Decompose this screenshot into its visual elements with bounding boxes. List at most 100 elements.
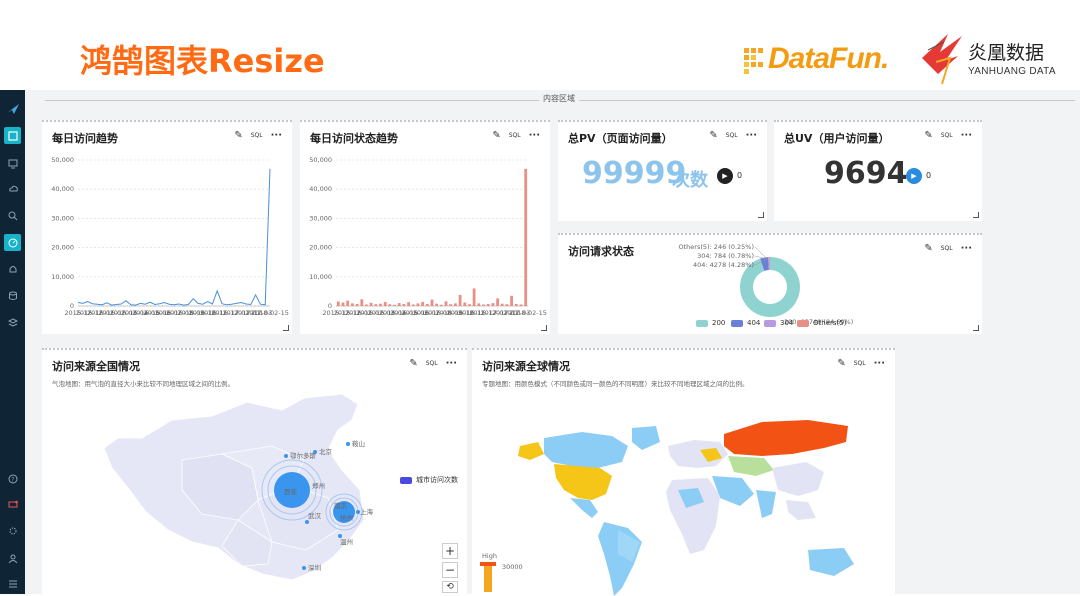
card-tools: ✎ SQL ···: [709, 130, 757, 141]
status-bar: [398, 303, 401, 306]
resize-handle-icon[interactable]: [541, 325, 547, 331]
settings-icon[interactable]: [4, 522, 21, 539]
speed-icon[interactable]: [4, 234, 21, 251]
database-icon[interactable]: [4, 287, 21, 304]
legend-label: 404: [747, 319, 760, 327]
card-tools: ✎ SQL ···: [924, 130, 972, 141]
uv-delta: 0: [926, 171, 931, 180]
status-bar: [520, 305, 523, 307]
y-tick-label: 50,000: [51, 156, 74, 164]
y-tick-label: 20,000: [309, 244, 332, 252]
status-bar: [435, 304, 438, 306]
yanhuang-cn-name: 炎凰数据: [968, 38, 1044, 65]
sql-button[interactable]: SQL: [941, 132, 953, 139]
edit-icon[interactable]: ✎: [924, 130, 932, 141]
cloud-upload-icon[interactable]: [4, 180, 21, 197]
status-bar: [463, 303, 466, 307]
legend-swatch: [764, 320, 776, 327]
status-bar: [365, 305, 368, 307]
legend-label: 200: [712, 319, 725, 327]
city-label: 武汉: [308, 511, 322, 520]
play-icon[interactable]: ▶: [717, 168, 733, 184]
status-bar: [492, 303, 495, 306]
resize-handle-icon[interactable]: [758, 212, 764, 218]
city-label: 北京: [319, 447, 333, 456]
logo-bird-icon[interactable]: [4, 100, 21, 117]
region-label: 内容区域: [539, 93, 579, 104]
status-bar: [524, 169, 527, 306]
china-map: 鞍山 北京 鄂尔多斯 西安 郑州 武汉 南京 上海 杭州 温州 深圳: [42, 350, 467, 596]
datafun-mark-icon: [742, 44, 770, 74]
status-bar: [449, 304, 452, 306]
daily-trend-card: 每日访问趋势 ✎ SQL ··· 50,00040,00030,00020,00…: [42, 120, 292, 334]
city-label: 温州: [340, 537, 353, 546]
sql-button[interactable]: SQL: [726, 132, 738, 139]
pie-label: 404: 4278 (4.28%): [693, 261, 754, 269]
monitor-icon[interactable]: [4, 155, 21, 172]
legend-gradient-bar: [484, 562, 492, 592]
y-tick-label: 40,000: [309, 185, 332, 193]
slide-title: 鸿鹄图表Resize: [80, 36, 325, 82]
user-icon[interactable]: [4, 550, 21, 567]
anshan-dot: [346, 442, 350, 446]
status-bar: [412, 305, 415, 307]
legend-404[interactable]: 404: [731, 319, 760, 327]
legend-gradient-marker: [480, 562, 496, 566]
russia: [724, 420, 848, 456]
search-icon[interactable]: [4, 207, 21, 224]
status-bar: [370, 303, 373, 306]
city-label: 杭州: [340, 513, 353, 522]
datafun-logo: DataFun.: [742, 40, 902, 80]
status-bar: [351, 303, 354, 306]
legend-label: 304: [780, 319, 793, 327]
status-bar: [342, 303, 345, 307]
yanhuang-en-name: YANHUANG DATA: [968, 66, 1056, 77]
play-icon[interactable]: ▶: [906, 168, 922, 184]
more-icon[interactable]: ···: [961, 130, 972, 141]
status-bar: [473, 289, 476, 307]
content-area: 内容区域 每日访问趋势 ✎ SQL ··· 50,00040,00030,000…: [25, 90, 1080, 594]
legend-others[interactable]: Others(5): [797, 319, 846, 327]
status-bar: [360, 299, 363, 306]
legend-swatch: [400, 477, 412, 484]
status-bar: [477, 303, 480, 306]
ordos-dot: [284, 454, 288, 458]
sidebar: ?: [0, 90, 25, 594]
zoom-in-button[interactable]: +: [442, 543, 458, 559]
y-tick-label: 50,000: [309, 156, 332, 164]
pie-leader-line: [755, 247, 767, 259]
legend-304[interactable]: 304: [764, 319, 793, 327]
y-tick-label: 10,000: [51, 273, 74, 281]
y-tick-label: 30,000: [51, 214, 74, 222]
edit-icon[interactable]: ✎: [709, 130, 717, 141]
status-bar: [417, 303, 420, 306]
chat-icon[interactable]: [4, 496, 21, 513]
resize-handle-icon[interactable]: [973, 212, 979, 218]
status-bar: [496, 298, 499, 306]
china-map-legend[interactable]: 城市访问次数: [400, 475, 458, 485]
legend-label: 城市访问次数: [416, 475, 458, 485]
x-tick-label: 2018-02-15: [509, 309, 547, 317]
resize-handle-icon[interactable]: [973, 325, 979, 331]
resize-handle-icon[interactable]: [283, 325, 289, 331]
more-icon[interactable]: ···: [746, 130, 757, 141]
city-label: 上海: [360, 507, 374, 516]
status-bar: [407, 302, 410, 306]
pie-label: Others(5): 246 (0.25%): [679, 243, 755, 251]
help-icon[interactable]: ?: [4, 470, 21, 487]
status-bar: [468, 304, 471, 306]
daily-status-card: 每日访问状态趋势 ✎ SQL ··· 50,00040,00030,00020,…: [300, 120, 550, 334]
reset-icon[interactable]: ⟲: [442, 581, 458, 593]
legend-200[interactable]: 200: [696, 319, 725, 327]
status-bar: [337, 302, 340, 306]
list-icon[interactable]: [4, 575, 21, 592]
layers-icon[interactable]: [4, 314, 21, 331]
australia: [808, 548, 854, 576]
zoom-out-button[interactable]: −: [442, 562, 458, 578]
status-bar: [445, 301, 448, 306]
city-label: 南京: [334, 501, 348, 510]
greenland: [632, 426, 660, 450]
bell-icon[interactable]: [4, 260, 21, 277]
dashboard-icon[interactable]: [4, 127, 21, 144]
x-tick-label: 2018-02-15: [251, 309, 289, 317]
